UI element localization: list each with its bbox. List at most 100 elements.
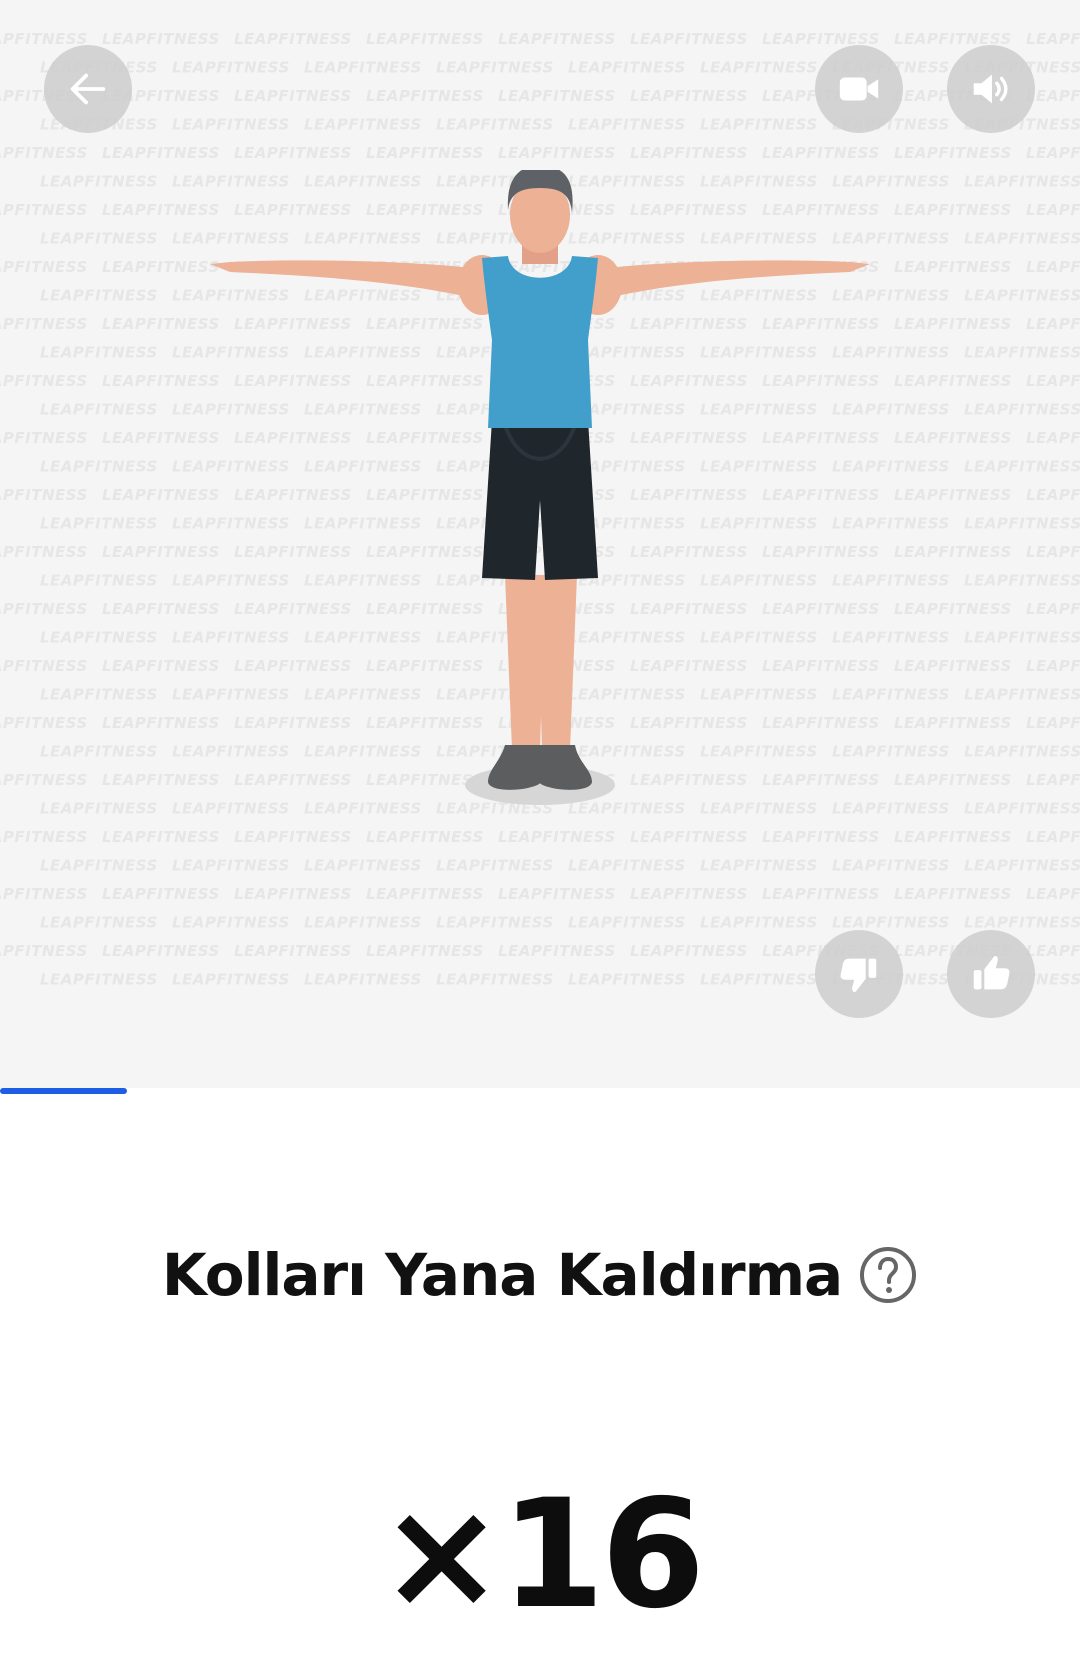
watermark-text: LEAPFITNESS (964, 857, 1080, 875)
watermark-text: LEAPFITNESS (894, 201, 1012, 219)
video-tutorial-button[interactable] (815, 45, 903, 133)
watermark-text: LEAPFITNESS (568, 857, 686, 875)
watermark-text: LEAPFITNESS (832, 914, 950, 932)
watermark-text: LEAPFITNESS (0, 429, 88, 447)
watermark-text: LEAPFITNESS (234, 87, 352, 105)
watermark-text: LEAPFITNESS (172, 59, 290, 77)
watermark-text: LEAPFITNESS (0, 258, 88, 276)
question-circle-icon[interactable] (858, 1245, 918, 1305)
watermark-text: LEAPFITNESS (1026, 714, 1080, 732)
exercise-title: Kolları Yana Kaldırma (161, 1241, 843, 1309)
repetition-count: ×16 (378, 1468, 705, 1642)
watermark-text: LEAPFITNESS (894, 486, 1012, 504)
watermark-text: LEAPFITNESS (498, 942, 616, 960)
watermark-text: LEAPFITNESS (1026, 144, 1080, 162)
watermark-text: LEAPFITNESS (894, 600, 1012, 618)
watermark-text: LEAPFITNESS (1026, 201, 1080, 219)
watermark-text: LEAPFITNESS (964, 230, 1080, 248)
watermark-text: LEAPFITNESS (1026, 600, 1080, 618)
watermark-text: LEAPFITNESS (700, 914, 818, 932)
watermark-text: LEAPFITNESS (40, 515, 158, 533)
watermark-text: LEAPFITNESS (234, 30, 352, 48)
back-button[interactable] (44, 45, 132, 133)
watermark-text: LEAPFITNESS (0, 771, 88, 789)
thumbs-down-icon (840, 958, 877, 993)
watermark-text: LEAPFITNESS (0, 543, 88, 561)
watermark-text: LEAPFITNESS (102, 942, 220, 960)
watermark-text: LEAPFITNESS (172, 857, 290, 875)
watermark-text: LEAPFITNESS (568, 914, 686, 932)
watermark-text: LEAPFITNESS (40, 971, 158, 989)
exercise-animation-area: LEAPFITNESS LEAPFITNESS LEAPFITNESS LEAPFIT… (0, 0, 1080, 1088)
watermark-text: LEAPFITNESS (234, 885, 352, 903)
watermark-text: LEAPFITNESS (568, 59, 686, 77)
watermark-text: LEAPFITNESS (964, 515, 1080, 533)
exercise-figure-illustration (210, 170, 870, 805)
watermark-text: LEAPFITNESS (964, 344, 1080, 362)
head (507, 170, 573, 253)
watermark-text: LEAPFITNESS (234, 942, 352, 960)
watermark-text: LEAPFITNESS (172, 971, 290, 989)
watermark-text: LEAPFITNESS (1026, 543, 1080, 561)
watermark-text: LEAPFITNESS (894, 543, 1012, 561)
watermark-text: LEAPFITNESS (40, 572, 158, 590)
watermark-text: LEAPFITNESS (894, 315, 1012, 333)
watermark-text: LEAPFITNESS (700, 971, 818, 989)
thumbs-up-icon (973, 955, 1010, 990)
watermark-text: LEAPFITNESS (1026, 429, 1080, 447)
watermark-text: LEAPFITNESS (0, 201, 88, 219)
watermark-text: LEAPFITNESS (304, 971, 422, 989)
watermark-text: LEAPFITNESS (1026, 258, 1080, 276)
watermark-text: LEAPFITNESS (40, 401, 158, 419)
watermark-text: LEAPFITNESS (366, 87, 484, 105)
watermark-text: LEAPFITNESS (40, 458, 158, 476)
watermark-text: LEAPFITNESS (40, 230, 158, 248)
watermark-text: LEAPFITNESS (762, 144, 880, 162)
watermark-text: LEAPFITNESS (964, 629, 1080, 647)
watermark-text: LEAPFITNESS (436, 116, 554, 134)
watermark-text: LEAPFITNESS (40, 857, 158, 875)
watermark-text: LEAPFITNESS (894, 372, 1012, 390)
watermark-text: LEAPFITNESS (894, 885, 1012, 903)
watermark-text: LEAPFITNESS (568, 116, 686, 134)
video-camera-icon (839, 77, 879, 101)
like-button[interactable] (947, 930, 1035, 1018)
watermark-text: LEAPFITNESS (894, 429, 1012, 447)
watermark-text: LEAPFITNESS (1026, 828, 1080, 846)
watermark-text: LEAPFITNESS (0, 828, 88, 846)
watermark-text: LEAPFITNESS (498, 885, 616, 903)
watermark-text: LEAPFITNESS (40, 173, 158, 191)
watermark-text: LEAPFITNESS (40, 287, 158, 305)
shorts (482, 420, 598, 580)
speaker-volume-icon (973, 74, 1008, 104)
watermark-text: LEAPFITNESS (630, 942, 748, 960)
watermark-text: LEAPFITNESS (40, 686, 158, 704)
watermark-text: LEAPFITNESS (172, 914, 290, 932)
watermark-text: LEAPFITNESS (894, 258, 1012, 276)
watermark-text: LEAPFITNESS (102, 30, 220, 48)
watermark-text: LEAPFITNESS (630, 87, 748, 105)
watermark-text: LEAPFITNESS (366, 942, 484, 960)
watermark-text: LEAPFITNESS (1026, 771, 1080, 789)
watermark-text: LEAPFITNESS (436, 857, 554, 875)
watermark-text: LEAPFITNESS (436, 971, 554, 989)
watermark-text: LEAPFITNESS (304, 857, 422, 875)
right-shoe (538, 745, 592, 790)
left-shoe (488, 745, 542, 790)
watermark-text: LEAPFITNESS (630, 30, 748, 48)
arrow-left-icon (70, 73, 106, 105)
watermark-text: LEAPFITNESS (894, 144, 1012, 162)
watermark-text: LEAPFITNESS (436, 914, 554, 932)
watermark-text: LEAPFITNESS (832, 857, 950, 875)
watermark-text: LEAPFITNESS (40, 743, 158, 761)
watermark-text: LEAPFITNESS (304, 914, 422, 932)
watermark-text: LEAPFITNESS (0, 315, 88, 333)
watermark-text: LEAPFITNESS (1026, 30, 1080, 48)
sound-toggle-button[interactable] (947, 45, 1035, 133)
watermark-text: LEAPFITNESS (102, 885, 220, 903)
watermark-text: LEAPFITNESS (304, 59, 422, 77)
watermark-text: LEAPFITNESS (894, 828, 1012, 846)
dislike-button[interactable] (815, 930, 903, 1018)
watermark-text: LEAPFITNESS (700, 116, 818, 134)
watermark-text: LEAPFITNESS (964, 458, 1080, 476)
